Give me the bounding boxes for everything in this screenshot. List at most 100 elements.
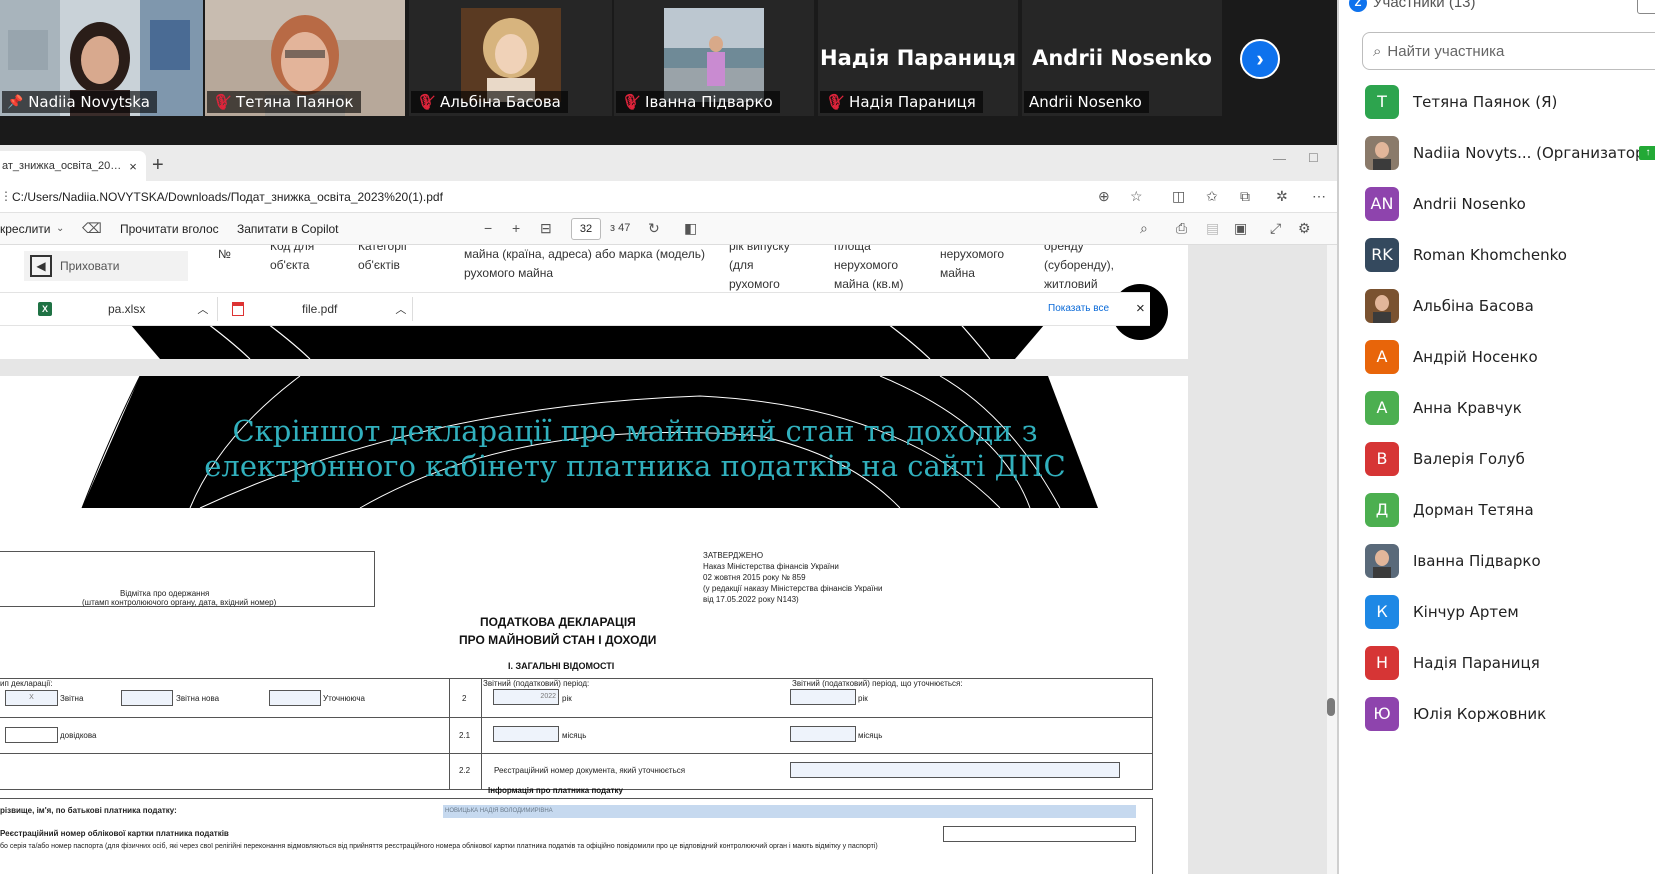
- settings-gear-icon[interactable]: ⚙: [1298, 220, 1311, 237]
- search-icon: ⌕: [1373, 42, 1382, 60]
- participant-name: Валерія Голуб: [1413, 449, 1525, 468]
- video-tile-andrii-nosenko[interactable]: Andrii Nosenko Andrii Nosenko: [1022, 0, 1222, 116]
- tile-nameplate: 🎙︎̸ Тетяна Паянок: [207, 91, 361, 113]
- split-screen-icon[interactable]: ◫: [1172, 188, 1185, 205]
- favorite-star-icon[interactable]: ☆: [1130, 188, 1143, 205]
- print-icon[interactable]: ⎙: [1176, 220, 1187, 237]
- participant-row[interactable]: А Анна Кравчук: [1339, 382, 1655, 433]
- table-header-area: площа нерухомого майна (кв.м): [834, 245, 904, 291]
- draw-button[interactable]: креслити: [0, 222, 51, 236]
- download-item-xlsx[interactable]: X pa.xlsx ︿: [38, 293, 208, 325]
- search-icon[interactable]: ⌕: [1140, 220, 1148, 237]
- show-all-downloads-link[interactable]: Показать все: [1048, 303, 1109, 314]
- save-as-icon[interactable]: ▣: [1234, 220, 1247, 237]
- participant-avatar: AN: [1365, 186, 1399, 221]
- video-tile-nadiia-novytska[interactable]: 📌 Nadiia Novytska: [0, 0, 203, 116]
- participants-panel: Z Участники (13) ⌕ Т Тетяна Паянок (Я) Nad…: [1339, 0, 1655, 874]
- checkbox-utochn[interactable]: [269, 690, 321, 706]
- participant-row[interactable]: Ю Юлія Коржовник: [1339, 688, 1655, 739]
- window-maximize-icon[interactable]: ☐: [1308, 151, 1319, 165]
- video-tile-albina-basova[interactable]: 🎙︎̸ Альбіна Басова: [409, 0, 612, 116]
- participant-row[interactable]: Альбіна Басова: [1339, 280, 1655, 331]
- participant-row[interactable]: Іванна Підварко: [1339, 535, 1655, 586]
- participant-row[interactable]: Д Дорман Тетяна: [1339, 484, 1655, 535]
- close-downloads-icon[interactable]: ×: [1136, 300, 1145, 317]
- video-tile-tetyana-payanok[interactable]: 🎙︎̸ Тетяна Паянок: [205, 0, 405, 116]
- table-header-realty: нерухомого майна: [940, 247, 1005, 280]
- scrollbar-thumb[interactable]: [1327, 698, 1335, 716]
- zoom-out-icon[interactable]: −: [484, 220, 492, 236]
- participant-row[interactable]: Т Тетяна Паянок (Я): [1339, 76, 1655, 127]
- browser-tab[interactable]: ат_знижка_освіта_2023 (1).p ×: [0, 151, 146, 181]
- participant-row[interactable]: Nadiia Novyts... (Организатор) ↑: [1339, 127, 1655, 178]
- main-meeting-area: 📌 Nadiia Novytska 🎙︎̸ Тетяна Паянок 🎙︎̸ …: [0, 0, 1337, 874]
- participant-search-input[interactable]: [1387, 42, 1638, 60]
- hide-sidebar-button[interactable]: ◀ Приховати: [24, 251, 188, 281]
- chevron-up-icon[interactable]: ︿: [395, 301, 406, 317]
- chevron-up-icon[interactable]: ︿: [197, 301, 208, 317]
- download-item-pdf[interactable]: file.pdf ︿: [232, 293, 406, 325]
- panel-popout-button[interactable]: [1637, 0, 1655, 14]
- file-icon: ⋮: [0, 189, 12, 203]
- participant-row[interactable]: К Кінчур Артем: [1339, 586, 1655, 637]
- stamp-sublabel: (штамп контролюючого органу, дата, вхідн…: [82, 598, 277, 607]
- muted-mic-icon: 🎙︎̸: [621, 93, 641, 111]
- chevron-down-icon[interactable]: ⌄: [56, 223, 64, 234]
- label-zvitna-nova: Звітна нова: [176, 694, 220, 703]
- approved-date: 02 жовтня 2015 року № 859: [703, 573, 806, 582]
- gallery-next-page-button[interactable]: ›: [1240, 39, 1280, 79]
- pdf-scrollbar[interactable]: [1327, 245, 1337, 874]
- more-menu-icon[interactable]: ⋯: [1312, 188, 1326, 205]
- page-view-icon[interactable]: ◧: [684, 220, 697, 237]
- rotate-icon[interactable]: ↻: [648, 220, 660, 237]
- participant-row[interactable]: RK Roman Khomchenko: [1339, 229, 1655, 280]
- fit-width-icon[interactable]: ⊟: [540, 220, 552, 237]
- passport-label: бо серія та/або номер паспорта (для фізи…: [0, 843, 878, 850]
- shared-screen-browser: ат_знижка_освіта_2023 (1).p × + — ☐ ⋮ C:…: [0, 145, 1337, 874]
- corr-year-field[interactable]: [790, 689, 856, 705]
- participant-avatar: В: [1365, 441, 1399, 476]
- zoom-icon[interactable]: ⊕: [1098, 188, 1110, 205]
- muted-mic-icon: 🎙︎̸: [212, 93, 232, 111]
- checkbox-zvitna-nova[interactable]: [121, 690, 173, 706]
- checkbox-dovidkova[interactable]: [5, 727, 58, 743]
- save-icon[interactable]: ▤: [1206, 220, 1219, 237]
- fullscreen-icon[interactable]: ⤢: [1270, 220, 1281, 237]
- pib-field[interactable]: НОВИЦЬКА НАДІЯ ВОЛОДИМИРІВНА: [443, 805, 1136, 818]
- participant-avatar: Ю: [1365, 696, 1399, 731]
- collections-icon[interactable]: ⧉: [1240, 188, 1250, 205]
- extensions-icon[interactable]: ✲: [1276, 188, 1288, 205]
- reg-doc-field[interactable]: [790, 762, 1120, 778]
- zoom-in-icon[interactable]: +: [512, 220, 520, 236]
- tile-name: Іванна Підварко: [645, 93, 773, 111]
- video-tile-ivanna-pidvarko[interactable]: 🎙︎̸ Іванна Підварко: [614, 0, 814, 116]
- tab-close-icon[interactable]: ×: [126, 159, 140, 174]
- participant-avatar: А: [1365, 390, 1399, 425]
- eraser-icon[interactable]: ⌫: [82, 220, 102, 237]
- pib-label: різвище, ім'я, по батькові платника пода…: [0, 806, 177, 815]
- period-corr-label: Звітний (податковий) період, що уточнюєт…: [792, 679, 963, 688]
- participant-name: Дорман Тетяна: [1413, 500, 1534, 519]
- url-field[interactable]: C:/Users/Nadiia.NOVYTSKA/Downloads/Подат…: [12, 190, 443, 204]
- grid-line: [1152, 678, 1153, 789]
- page-number-input[interactable]: 32: [571, 218, 601, 240]
- checkbox-zvitna[interactable]: X: [5, 690, 58, 706]
- period-month-field[interactable]: [493, 726, 559, 742]
- participant-row[interactable]: AN Andrii Nosenko: [1339, 178, 1655, 229]
- period-year-field[interactable]: 2022: [493, 689, 559, 705]
- corr-month-field[interactable]: [790, 726, 856, 742]
- ask-copilot-button[interactable]: Запитати в Copilot: [237, 222, 339, 236]
- participant-row[interactable]: Н Надія Параниця: [1339, 637, 1655, 688]
- participant-row[interactable]: В Валерія Голуб: [1339, 433, 1655, 484]
- read-aloud-button[interactable]: Прочитати вголос: [120, 222, 219, 236]
- participant-row[interactable]: А Андрій Носенко: [1339, 331, 1655, 382]
- browser-tab-bar: ат_знижка_освіта_2023 (1).p × + — ☐: [0, 145, 1337, 181]
- video-tile-nadiya-paranytsya[interactable]: Надія Параниця 🎙︎̸ Надія Параниця: [818, 0, 1018, 116]
- participant-avatar: RK: [1365, 237, 1399, 272]
- rnokpp-field[interactable]: [943, 826, 1136, 842]
- favorites-icon[interactable]: ✩: [1206, 188, 1218, 205]
- window-minimize-icon[interactable]: —: [1273, 151, 1286, 166]
- download-filename: pa.xlsx: [108, 302, 146, 316]
- new-tab-button[interactable]: +: [152, 154, 164, 177]
- participant-search[interactable]: ⌕: [1362, 32, 1655, 70]
